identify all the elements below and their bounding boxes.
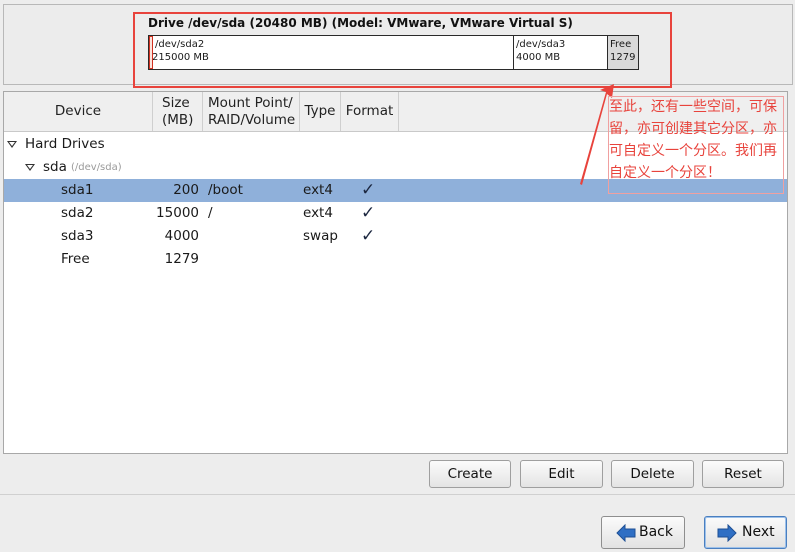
segment-free-name: Free	[610, 39, 632, 50]
column-header-mount[interactable]: Mount Point/ RAID/Volume	[203, 92, 300, 131]
next-arrow-icon	[717, 524, 737, 542]
delete-button[interactable]: Delete	[611, 460, 694, 488]
row-mount: /boot	[208, 182, 243, 198]
row-size: 200	[173, 182, 199, 198]
segment-sda2-name: /dev/sda2	[155, 39, 205, 50]
segment-sda3-size: 4000 MB	[516, 52, 561, 63]
segment-free[interactable]: Free 1279	[607, 36, 638, 69]
expander-down-icon[interactable]	[25, 164, 35, 171]
segment-free-size: 1279	[610, 52, 636, 63]
column-header-size-line2: (MB)	[162, 112, 194, 128]
column-header-format[interactable]: Format	[341, 92, 399, 131]
column-header-device[interactable]: Device	[4, 92, 153, 131]
column-header-type[interactable]: Type	[300, 92, 341, 131]
column-header-mount-line2: RAID/Volume	[208, 112, 296, 128]
segment-sda3[interactable]: /dev/sda3 4000 MB	[513, 36, 607, 69]
format-check-icon: ✓	[361, 180, 376, 200]
row-mount: /	[208, 205, 213, 221]
row-type: swap	[303, 228, 338, 244]
annotation-text: 至此，还有一些空间，可保留，亦可创建其它分区，亦可自定义一个分区。我们再自定义一…	[609, 99, 777, 181]
segment-sda1[interactable]	[149, 36, 153, 69]
disk-name: sda	[43, 159, 67, 175]
column-header-size[interactable]: Size (MB)	[153, 92, 203, 131]
row-size: 1279	[164, 251, 199, 267]
row-device: sda1	[61, 182, 94, 198]
create-button[interactable]: Create	[429, 460, 511, 488]
drive-partition-bar: /dev/sda2 215000 MB /dev/sda3 4000 MB Fr…	[148, 35, 639, 70]
table-row[interactable]: sda3 4000 swap ✓	[4, 225, 787, 248]
segment-sda3-name: /dev/sda3	[516, 39, 566, 50]
row-device: sda3	[61, 228, 94, 244]
hard-drives-label: Hard Drives	[25, 136, 105, 152]
format-check-icon: ✓	[361, 226, 376, 246]
table-row[interactable]: sda2 15000 / ext4 ✓	[4, 202, 787, 225]
drive-title: Drive /dev/sda (20480 MB) (Model: VMware…	[148, 16, 573, 30]
expander-down-icon[interactable]	[7, 141, 17, 148]
row-type: ext4	[303, 205, 333, 221]
format-check-icon: ✓	[361, 203, 376, 223]
disk-path: (/dev/sda)	[71, 162, 122, 173]
table-row[interactable]: Free 1279	[4, 248, 787, 271]
row-device: sda2	[61, 205, 94, 221]
back-button[interactable]: Back	[601, 516, 685, 549]
segment-sda2-size: 215000 MB	[152, 51, 513, 64]
row-size: 4000	[164, 228, 199, 244]
column-header-size-line1: Size	[162, 95, 190, 111]
back-button-label: Back	[639, 524, 673, 540]
divider	[0, 494, 795, 495]
next-button-label: Next	[742, 524, 775, 540]
back-arrow-icon	[616, 524, 636, 542]
edit-button[interactable]: Edit	[520, 460, 603, 488]
row-device: Free	[61, 251, 90, 267]
row-type: ext4	[303, 182, 333, 198]
row-size: 15000	[156, 205, 199, 221]
column-header-mount-line1: Mount Point/	[208, 95, 293, 111]
segment-sda2-size-value: 15000 MB	[158, 52, 209, 63]
next-button[interactable]: Next	[704, 516, 787, 549]
segment-sda2[interactable]: /dev/sda2 215000 MB	[150, 36, 513, 69]
reset-button[interactable]: Reset	[702, 460, 784, 488]
